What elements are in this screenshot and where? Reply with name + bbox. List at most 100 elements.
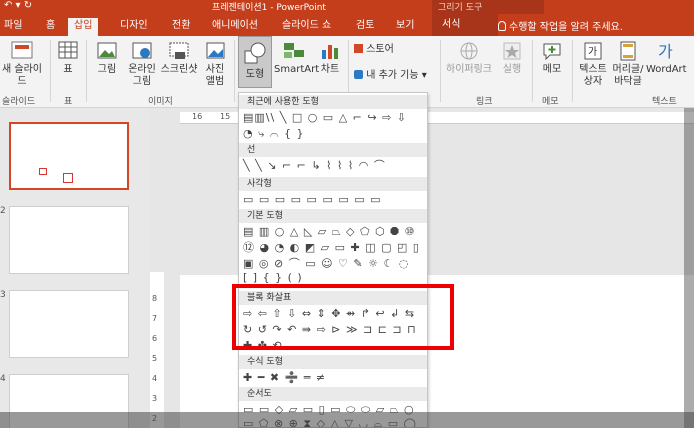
- screenshot-icon: [169, 42, 189, 59]
- ruler-tick: 16: [192, 112, 203, 121]
- slide-thumbnail-1[interactable]: [9, 122, 129, 190]
- slide-thumbnail-2[interactable]: [9, 206, 129, 274]
- shape-row-basic-2[interactable]: ⑫ ◕ ◔ ◐ ◩ ▱ ▭ ✚ ◫ ▢ ◰ ▯: [243, 241, 420, 255]
- group-label-slides: 슬라이드: [2, 97, 36, 107]
- my-addins-label: 내 추가 기능: [366, 70, 419, 81]
- comment-icon: [543, 43, 561, 61]
- tab-animations[interactable]: 애니메이션: [212, 18, 258, 36]
- shape-row-basic-1[interactable]: ▤ ▥ ○ △ ◺ ▱ ⏢ ◇ ⬠ ⬡ ⯃ ⑩: [243, 225, 415, 239]
- tab-review[interactable]: 검토: [356, 18, 374, 36]
- group-label-images: 이미지: [148, 97, 173, 107]
- picture-icon: [97, 42, 117, 59]
- ruler-tick: 8: [152, 294, 158, 303]
- hyperlink-label: 하이퍼링크: [446, 64, 492, 75]
- table-button[interactable]: 표: [54, 40, 82, 76]
- section-equation-shapes: 수식 도형: [239, 355, 427, 369]
- group-label-links: 링크: [476, 97, 493, 107]
- chart-icon: [322, 45, 338, 59]
- picture-button[interactable]: 그림: [92, 40, 122, 76]
- photo-album-label: 사진 앨범: [205, 64, 225, 87]
- table-label: 표: [63, 64, 73, 75]
- photo-album-icon: [206, 42, 225, 59]
- group-separator: [572, 40, 573, 102]
- highlight-box-block-arrows: [232, 284, 454, 350]
- chart-button[interactable]: 차트: [316, 40, 344, 76]
- smartart-icon: [284, 43, 304, 58]
- comment-button[interactable]: 메모: [538, 40, 566, 76]
- store-label: 스토어: [366, 44, 394, 55]
- star-icon: [503, 42, 521, 60]
- slide-number: 2: [0, 206, 6, 216]
- wordart-button[interactable]: 가 WordArt: [646, 40, 687, 76]
- wordart-label: WordArt: [646, 64, 687, 75]
- photo-album-button[interactable]: 사진 앨범: [200, 40, 230, 88]
- header-footer-icon: [620, 41, 636, 61]
- shape-row-basic-3[interactable]: ▣ ◎ ⊘ ⌒ ▭ ☺ ♡ ✎ ☼ ☾ ◌: [243, 257, 409, 271]
- vertical-ruler: 8 7 6 5 4 3 2: [150, 272, 164, 428]
- smartart-button[interactable]: SmartArt: [274, 40, 319, 76]
- tab-format[interactable]: 서식: [432, 14, 498, 36]
- store-button[interactable]: 스토어: [354, 44, 394, 56]
- my-addins-button[interactable]: 내 추가 기능 ▾: [354, 70, 427, 82]
- tell-me-text: 수행할 작업을 알려 주세요.: [509, 22, 623, 33]
- hyperlink-icon: [460, 42, 478, 60]
- new-slide-button[interactable]: 새 슬라이드: [0, 40, 44, 88]
- section-recent-shapes: 최근에 사용한 도형: [239, 95, 427, 109]
- shapes-gallery-dropdown: 최근에 사용한 도형 ▤▥\\ ╲ □ ○ ▭ △ ⌐ ↪ ⇨ ⇩ ◔ ⤷ ⌒ …: [238, 92, 428, 428]
- tab-file[interactable]: 파일: [4, 18, 22, 36]
- screenshot-button[interactable]: 스크린샷: [160, 40, 198, 76]
- chart-label: 차트: [320, 64, 340, 75]
- tab-slideshow[interactable]: 슬라이드 쇼: [282, 18, 331, 36]
- screenshot-label: 스크린샷: [160, 64, 198, 75]
- shape-row-recent-2[interactable]: ◔ ⤷ ⌒ { }: [243, 127, 304, 141]
- header-footer-button[interactable]: 머리글/ 바닥글: [610, 40, 646, 88]
- group-separator: [440, 40, 441, 102]
- ruler-tick: 3: [152, 394, 158, 403]
- svg-text:가: 가: [588, 46, 597, 58]
- section-flowchart: 순서도: [239, 387, 427, 401]
- shapes-button[interactable]: 도형: [238, 36, 272, 88]
- tab-design[interactable]: 디자인: [120, 18, 148, 36]
- thumb-shape: [63, 173, 73, 183]
- shape-row-recent-1[interactable]: ▤▥\\ ╲ □ ○ ▭ △ ⌐ ↪ ⇨ ⇩: [243, 111, 407, 125]
- ruler-tick: 5: [152, 354, 158, 363]
- bottom-dim-overlay: [0, 412, 694, 428]
- slide-thumbnail-3[interactable]: [9, 290, 129, 358]
- lightbulb-icon: [498, 21, 506, 31]
- online-picture-button[interactable]: 온라인 그림: [124, 40, 160, 88]
- addins-icon: [354, 70, 363, 79]
- context-tool-label: 그리기 도구: [432, 0, 544, 14]
- shape-row-lines[interactable]: ╲ ╲ ↘ ⌐ ⌐ ↳ ⌇ ⌇ ⌇ ◠ ⌒: [243, 159, 386, 173]
- group-separator: [234, 40, 235, 102]
- shape-row-equation[interactable]: ✚ ━ ✖ ➗ ═ ≠: [243, 371, 326, 385]
- action-button[interactable]: 실행: [498, 40, 526, 76]
- window-title: 프레젠테이션1 - PowerPoint: [212, 3, 326, 13]
- textbox-button[interactable]: 가 텍스트 상자: [576, 40, 610, 88]
- section-lines: 선: [239, 143, 427, 157]
- shapes-label: 도형: [245, 69, 265, 80]
- tell-me-box[interactable]: 수행할 작업을 알려 주세요.: [498, 18, 623, 33]
- new-slide-icon: [11, 41, 33, 59]
- ruler-tick: 6: [152, 334, 158, 343]
- ruler-tick: 15: [220, 112, 231, 121]
- online-picture-icon: [132, 42, 152, 59]
- quick-access-toolbar[interactable]: ↶ ▾ ↻: [4, 0, 32, 11]
- wordart-icon: 가: [658, 43, 673, 61]
- shape-row-basic-4[interactable]: [ ] { } ( ): [243, 271, 303, 285]
- new-slide-label: 새 슬라이드: [2, 64, 42, 87]
- shape-row-rectangles[interactable]: ▭ ▭ ▭ ▭ ▭ ▭ ▭ ▭ ▭: [243, 193, 382, 207]
- section-basic-shapes: 기본 도형: [239, 209, 427, 223]
- hyperlink-button[interactable]: 하이퍼링크: [446, 40, 492, 76]
- picture-label: 그림: [97, 64, 117, 75]
- shapes-icon: [244, 42, 266, 64]
- slide-thumbnails-pane[interactable]: 2 3 4: [0, 108, 150, 428]
- tab-transitions[interactable]: 전환: [172, 18, 190, 36]
- tab-home[interactable]: 홈: [46, 18, 55, 36]
- group-separator: [86, 40, 87, 102]
- tab-view[interactable]: 보기: [396, 18, 414, 36]
- ruler-tick: 7: [152, 314, 158, 323]
- group-separator: [532, 40, 533, 102]
- table-icon: [58, 41, 78, 59]
- textbox-icon: 가: [584, 42, 602, 60]
- tab-insert[interactable]: 삽입: [68, 18, 99, 36]
